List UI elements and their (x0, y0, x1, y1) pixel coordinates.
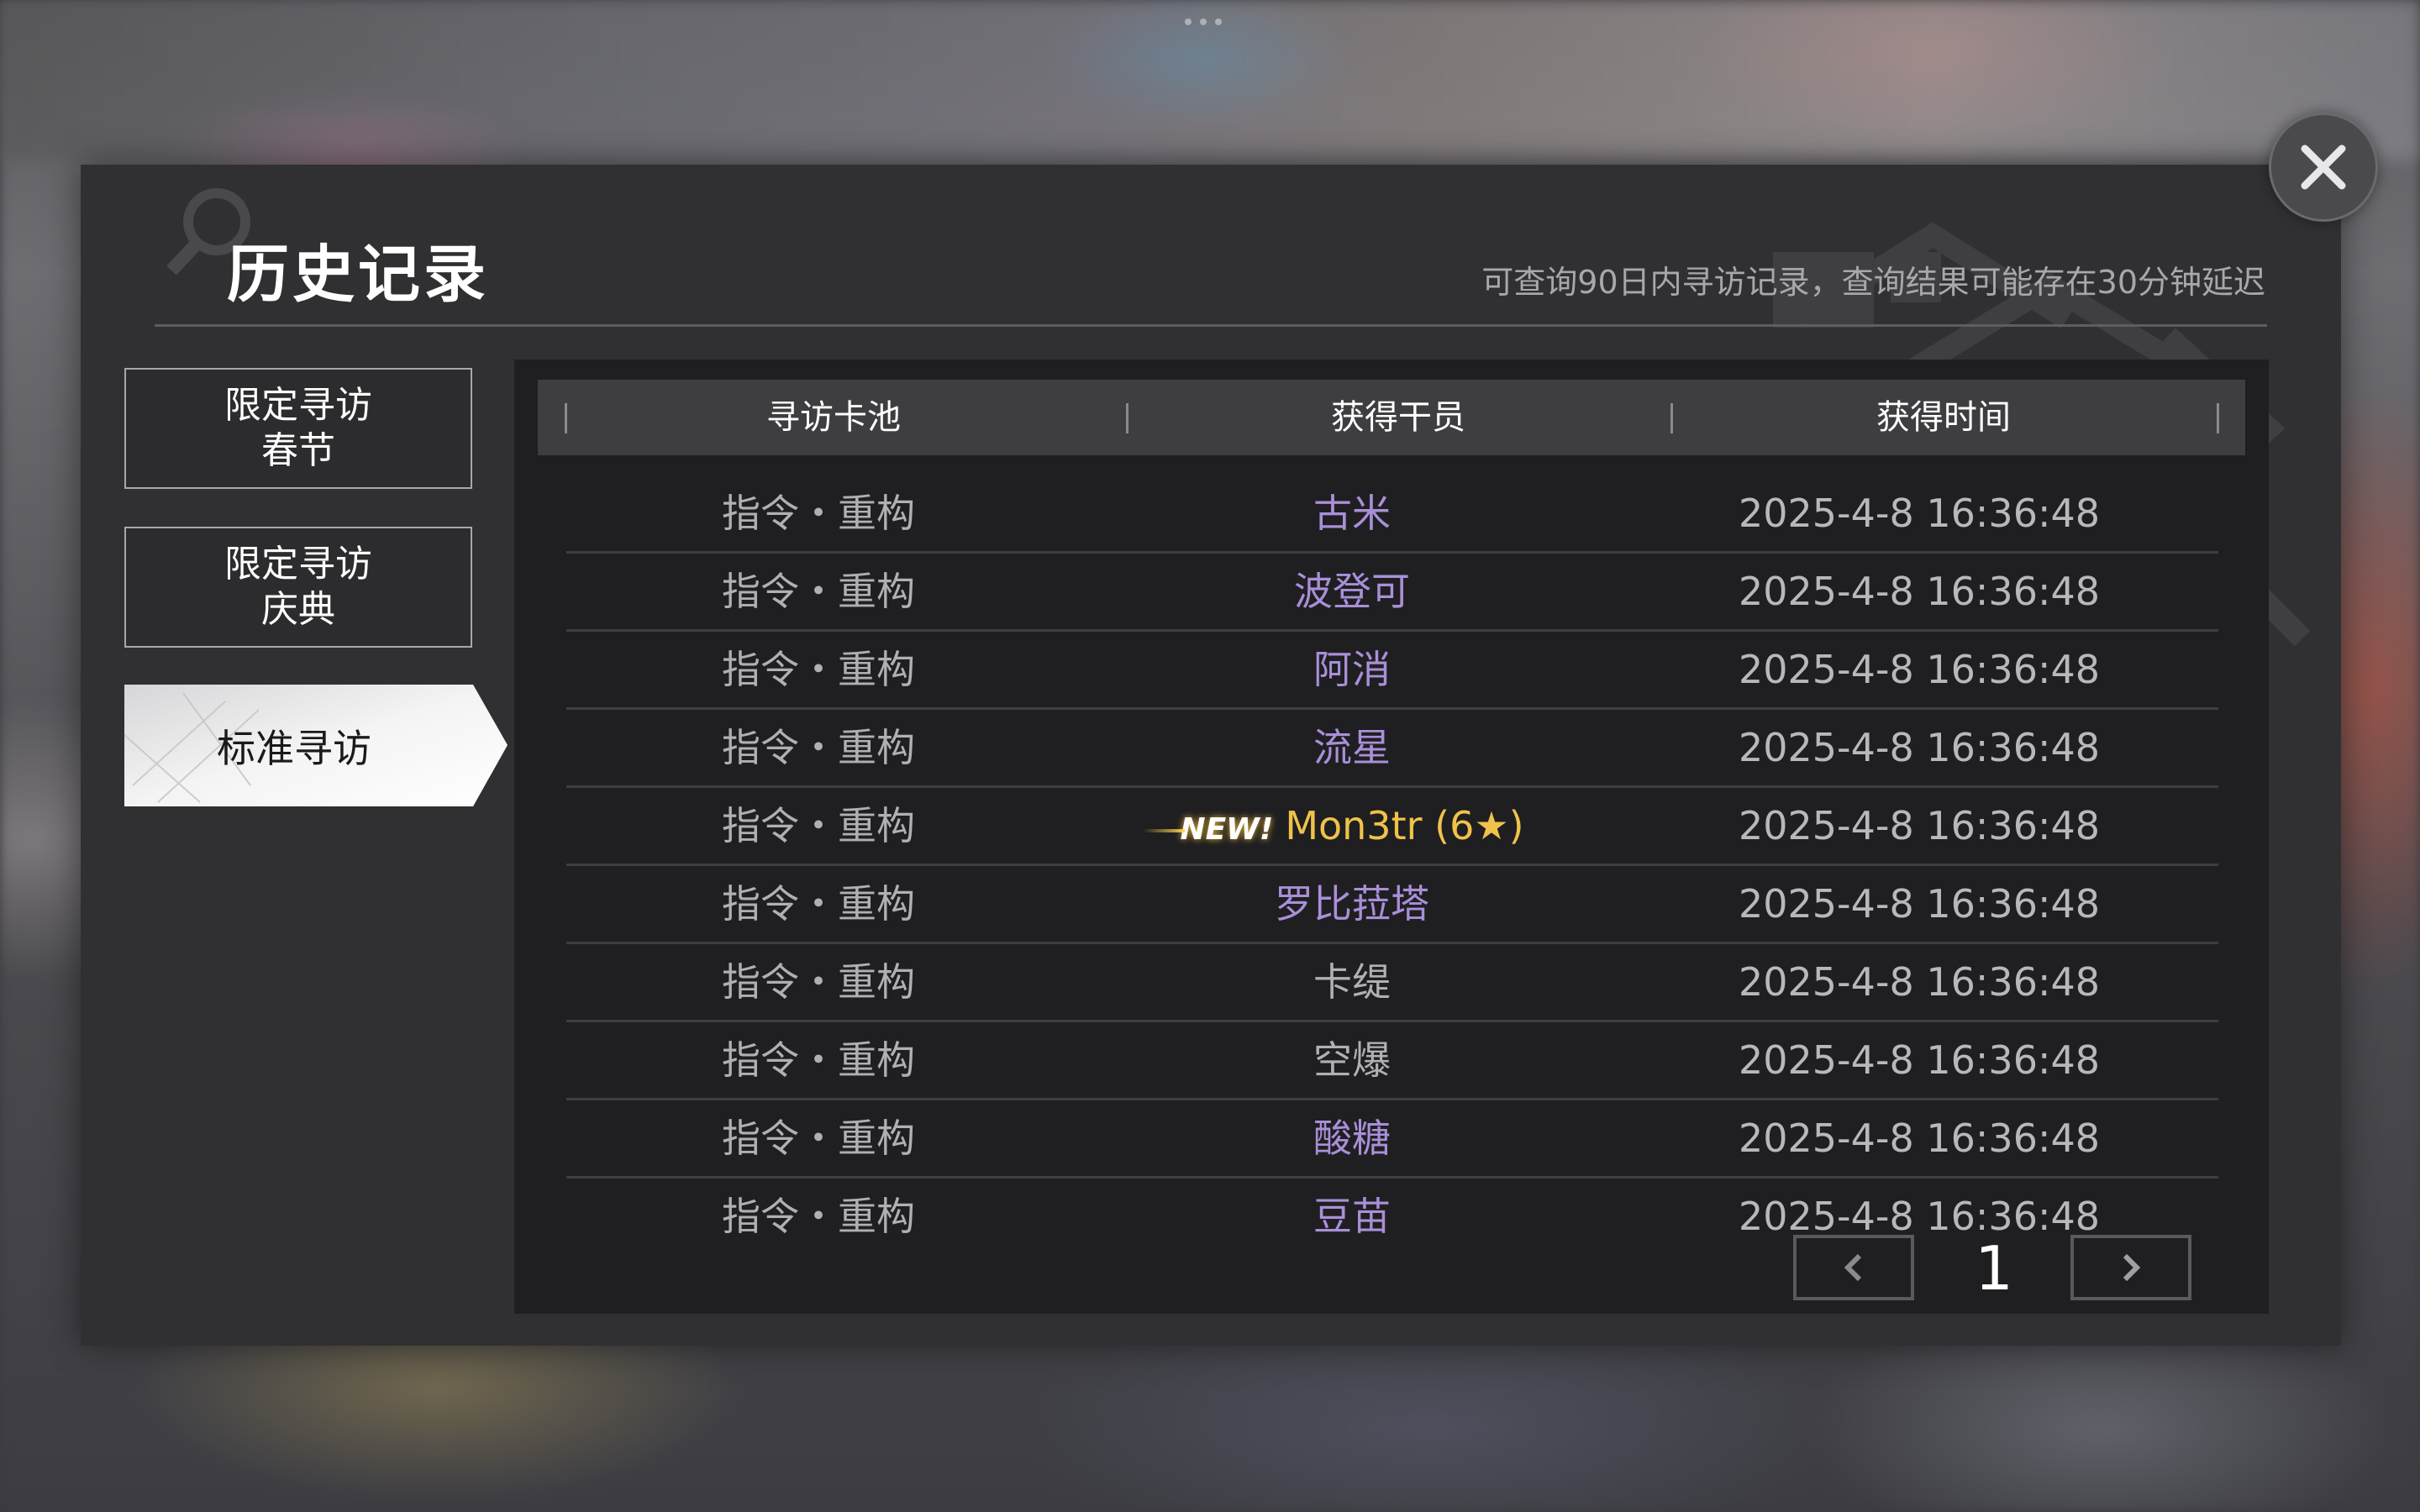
pool-cell: 指令・重构 (722, 959, 915, 1005)
title-divider (155, 324, 2267, 327)
tab-label: 限定寻访 (224, 543, 372, 585)
pool-cell: 指令・重构 (722, 647, 915, 692)
query-note: 可查询90日内寻访记录，查询结果可能存在30分钟延迟 (1481, 264, 2265, 301)
time-cell: 2025-4-8 16:36:48 (1738, 647, 2100, 692)
time-cell: 2025-4-8 16:36:48 (1738, 1116, 2100, 1161)
pool-cell: 指令・重构 (722, 803, 915, 848)
operator-cell: 阿消 (1313, 647, 1391, 692)
tab-sublabel: 春节 (261, 429, 335, 472)
table-row: 指令・重构 阿消 2025-4-8 16:36:48 (566, 632, 2218, 710)
pool-cell: 指令・重构 (722, 725, 915, 770)
operator-cell: 空爆 (1313, 1037, 1391, 1083)
column-header-time: 获得时间 (1876, 398, 2011, 437)
operator-cell-new: NEW! Mon3tr (6★) (1087, 788, 1617, 864)
time-cell: 2025-4-8 16:36:48 (1738, 725, 2100, 770)
table-row: 指令・重构 波登可 2025-4-8 16:36:48 (566, 554, 2218, 632)
page-number: 1 (1975, 1233, 2013, 1304)
records-list: 指令・重构 古米 2025-4-8 16:36:48 指令・重构 波登可 202… (566, 475, 2218, 1254)
next-page-button[interactable] (2070, 1235, 2191, 1300)
table-row: 指令・重构 罗比菈塔 2025-4-8 16:36:48 (566, 866, 2218, 944)
table-header: 寻访卡池 获得干员 获得时间 (538, 380, 2245, 455)
pool-cell: 指令・重构 (722, 1116, 915, 1161)
operator-name: Mon3tr (6★) (1285, 803, 1524, 848)
close-icon (2301, 144, 2346, 190)
table-row: 指令・重构 NEW! Mon3tr (6★) 2025-4-8 16:36:48 (566, 788, 2218, 866)
prev-page-button[interactable] (1793, 1235, 1914, 1300)
table-row: 指令・重构 流星 2025-4-8 16:36:48 (566, 710, 2218, 788)
pool-cell: 指令・重构 (722, 881, 915, 927)
tab-limited-spring[interactable]: 限定寻访 春节 (124, 368, 472, 489)
operator-cell: 波登可 (1294, 569, 1410, 614)
tab-standard[interactable]: 标准寻访 (124, 685, 511, 806)
column-header-pool: 寻访卡池 (766, 398, 901, 437)
pool-cell: 指令・重构 (722, 1194, 915, 1239)
time-cell: 2025-4-8 16:36:48 (1738, 491, 2100, 536)
chevron-right-icon (2123, 1253, 2141, 1282)
new-badge: NEW! (1143, 792, 1273, 868)
tab-limited-celebration[interactable]: 限定寻访 庆典 (124, 527, 472, 648)
table-row: 指令・重构 古米 2025-4-8 16:36:48 (566, 475, 2218, 554)
header-separator (2217, 403, 2219, 433)
time-cell: 2025-4-8 16:36:48 (1738, 881, 2100, 927)
time-cell: 2025-4-8 16:36:48 (1738, 803, 2100, 848)
operator-cell: 酸糖 (1313, 1116, 1391, 1161)
background-dots (1185, 18, 1235, 27)
table-row: 指令・重构 空爆 2025-4-8 16:36:48 (566, 1022, 2218, 1100)
tab-label: 限定寻访 (224, 384, 372, 427)
operator-cell: 罗比菈塔 (1275, 881, 1429, 927)
page-title: 历史记录 (227, 239, 489, 311)
column-header-operator: 获得干员 (1331, 398, 1465, 437)
operator-cell: 卡缇 (1313, 959, 1391, 1005)
operator-cell: 古米 (1313, 491, 1391, 536)
time-cell: 2025-4-8 16:36:48 (1738, 569, 2100, 614)
table-row: 指令・重构 酸糖 2025-4-8 16:36:48 (566, 1100, 2218, 1179)
operator-cell: 流星 (1313, 725, 1391, 770)
table-row: 指令・重构 卡缇 2025-4-8 16:36:48 (566, 944, 2218, 1022)
pool-cell: 指令・重构 (722, 569, 915, 614)
close-button[interactable] (2269, 113, 2378, 222)
tab-label: 标准寻访 (217, 725, 371, 771)
time-cell: 2025-4-8 16:36:48 (1738, 1037, 2100, 1083)
pool-cell: 指令・重构 (722, 1037, 915, 1083)
operator-cell: 豆苗 (1313, 1194, 1391, 1239)
tab-sublabel: 庆典 (261, 588, 335, 631)
pool-cell: 指令・重构 (722, 491, 915, 536)
chevron-left-icon (1844, 1253, 1862, 1282)
time-cell: 2025-4-8 16:36:48 (1738, 959, 2100, 1005)
